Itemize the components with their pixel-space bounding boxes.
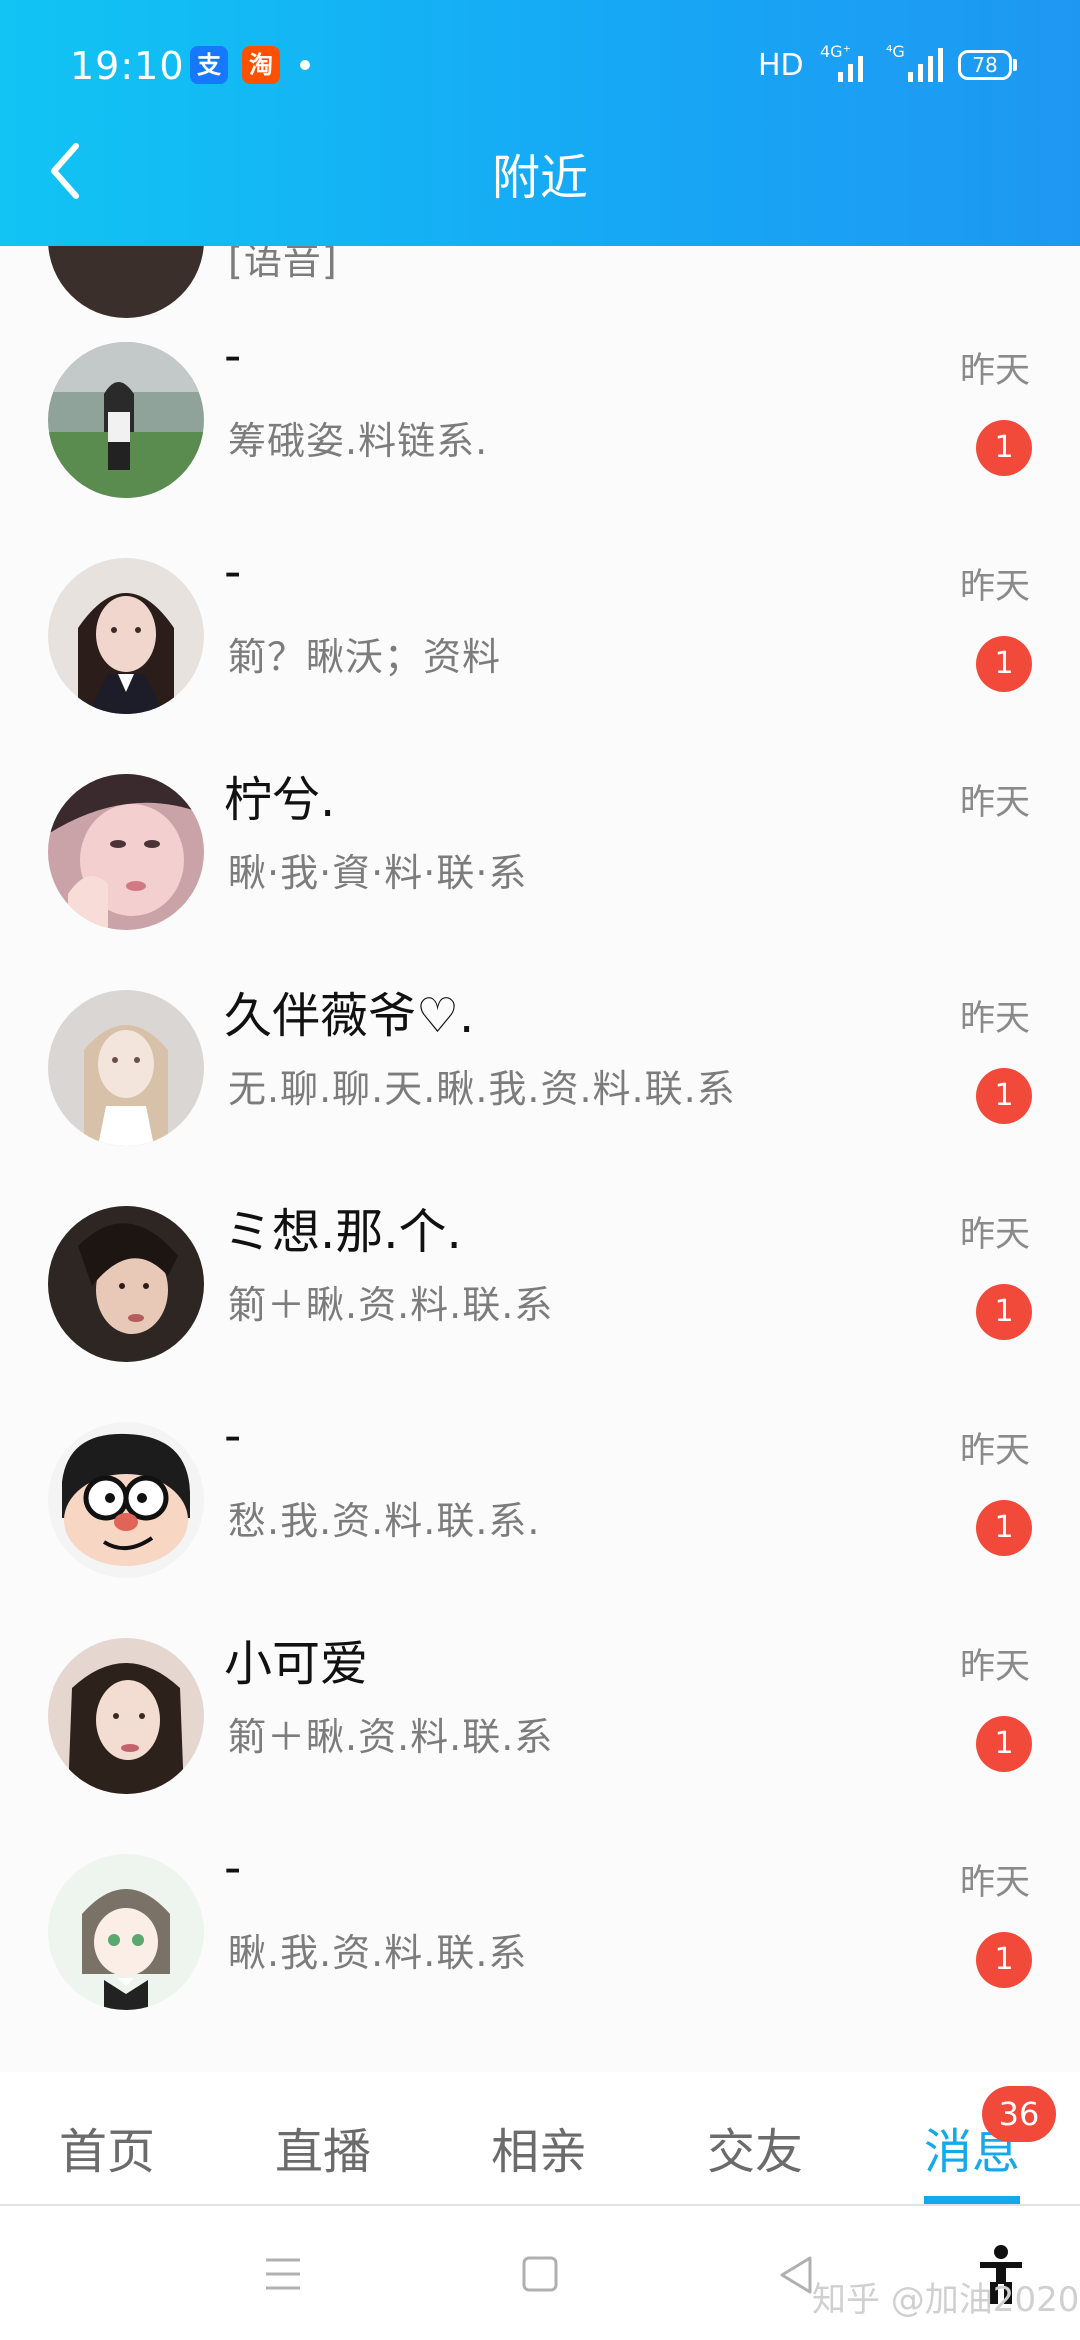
home-icon[interactable] [520,2254,560,2294]
message-preview: 箣＋瞅.资.料.联.系 [228,1283,554,1327]
unread-badge: 1 [976,1068,1032,1124]
status-bar: 19:10 支 淘 HD 4G⁺ ⁴G 78 [0,0,1080,130]
message-preview: 愁.我.资.料.联.系. [228,1499,541,1543]
unread-badge: 1 [976,420,1032,476]
tab-home[interactable]: 首页 [32,2112,182,2182]
message-preview: 瞅.我.资.料.联.系 [228,1931,528,1975]
message-preview: 瞅·我·資·料·联·系 [228,851,528,895]
message-preview: 箣？瞅沃；资料 [228,635,502,679]
list-item[interactable]: - 愁.我.资.料.联.系. 昨天 1 [0,1366,1080,1582]
list-item[interactable]: ミ想.那.个. 箣＋瞅.资.料.联.系 昨天 1 [0,1150,1080,1366]
battery-nub [1013,59,1017,71]
avatar [48,1638,204,1794]
taobao-icon: 淘 [242,46,280,84]
avatar [48,1854,204,2010]
messages-badge: 36 [982,2086,1056,2142]
header-bar: 19:10 支 淘 HD 4G⁺ ⁴G 78 附近 [0,0,1080,246]
message-preview: 无.聊.聊.天.瞅.我.资.料.联.系 [228,1067,736,1111]
avatar [48,1422,204,1578]
message-time: 昨天 [959,567,1030,607]
message-list[interactable]: [语音] - 筹硪姿.料链系. 昨天 1 - 箣？瞅沃；资料 昨天 1 柠兮. … [0,246,1080,2072]
message-time: 昨天 [959,1863,1030,1903]
list-item[interactable]: - 筹硪姿.料链系. 昨天 1 [0,286,1080,502]
message-time: 昨天 [959,783,1030,823]
contact-name: 小可爱 [224,1636,369,1692]
signal-icon: 4G⁺ [820,42,870,82]
tab-social[interactable]: 交友 [680,2112,830,2182]
unread-badge: 1 [976,1716,1032,1772]
message-time: 昨天 [959,1647,1030,1687]
message-preview: 筹硪姿.料链系. [228,419,489,463]
watermark-text: 知乎 @加油2020 [812,2280,1080,2320]
chevron-left-icon [51,143,79,199]
tab-matchmaking[interactable]: 相亲 [464,2112,614,2182]
list-item[interactable]: 小可爱 箣＋瞅.资.料.联.系 昨天 1 [0,1582,1080,1798]
alipay-icon: 支 [190,46,228,84]
avatar [48,774,204,930]
network-type-label: 4G⁺ [820,42,852,61]
menu-icon[interactable] [262,2256,304,2292]
unread-badge: 1 [976,636,1032,692]
list-item[interactable]: 柠兮. 瞅·我·資·料·联·系 昨天 [0,718,1080,934]
active-tab-indicator [924,2196,1020,2204]
list-item[interactable]: - 箣？瞅沃；资料 昨天 1 [0,502,1080,718]
avatar [48,342,204,498]
message-preview: 箣＋瞅.资.料.联.系 [228,1715,554,1759]
list-item[interactable]: - 瞅.我.资.料.联.系 昨天 1 [0,1798,1080,2014]
message-time: 昨天 [959,351,1030,391]
network-type-label: ⁴G [886,42,905,61]
battery-icon: 78 [958,50,1012,80]
system-nav-bar: 知乎 @加油2020 [0,2208,1080,2340]
page-title: 附近 [491,150,588,206]
contact-name: 柠兮. [224,772,336,828]
avatar [48,558,204,714]
back-button[interactable] [40,136,100,206]
list-item[interactable]: 久伴薇爷♡. 无.聊.聊.天.瞅.我.资.料.联.系 昨天 1 [0,934,1080,1150]
message-time: 昨天 [959,999,1030,1039]
back-triangle-icon[interactable] [776,2254,816,2296]
tab-live[interactable]: 直播 [248,2112,398,2182]
unread-badge: 1 [976,1284,1032,1340]
unread-badge: 1 [976,1500,1032,1556]
status-time: 19:10 [70,44,185,88]
contact-name: - [224,1408,242,1464]
contact-name: - [224,1840,242,1896]
contact-name: 久伴薇爷♡. [224,988,475,1044]
notification-dot-icon [300,60,310,70]
avatar [48,990,204,1146]
contact-name: - [224,544,242,600]
message-time: 昨天 [959,1215,1030,1255]
avatar [48,1206,204,1362]
contact-name: ミ想.那.个. [224,1204,462,1260]
unread-badge: 1 [976,1932,1032,1988]
message-preview: [语音] [228,246,338,283]
contact-name: - [224,328,242,384]
hd-indicator: HD [758,48,804,83]
signal-icon: ⁴G [886,42,946,82]
bottom-tab-bar: 首页 直播 相亲 交友 消息 [0,2072,1080,2206]
message-time: 昨天 [959,1431,1030,1471]
